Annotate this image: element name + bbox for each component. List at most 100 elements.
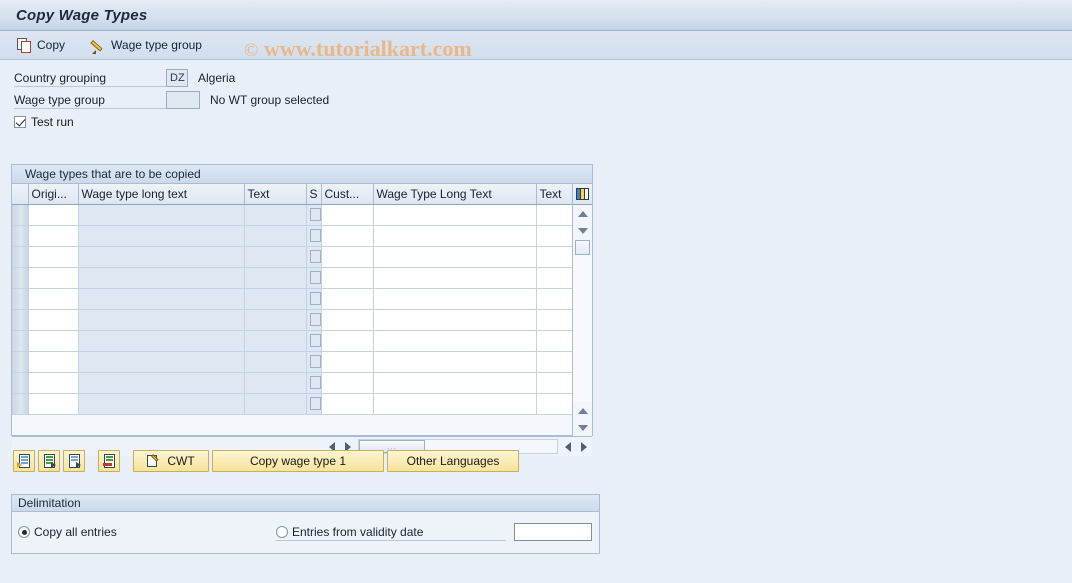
- cell-sel[interactable]: [306, 351, 322, 373]
- wage-type-group-button[interactable]: Wage type group: [88, 35, 211, 56]
- cell-cust[interactable]: [321, 267, 374, 289]
- row-selector[interactable]: [12, 351, 29, 373]
- wage-type-group-field[interactable]: [166, 90, 200, 109]
- cell-cust[interactable]: [321, 351, 374, 373]
- column-header-orig_text[interactable]: Text: [244, 184, 307, 205]
- cell-cust[interactable]: [321, 288, 374, 310]
- table-row[interactable]: [12, 309, 573, 331]
- cell-sel[interactable]: [306, 246, 322, 268]
- cell-cust_long_text[interactable]: [373, 393, 537, 415]
- column-header-sel[interactable]: S: [306, 184, 322, 205]
- column-header-cust_text[interactable]: Text: [536, 184, 573, 205]
- row-select-checkbox[interactable]: [309, 313, 320, 326]
- cell-sel[interactable]: [306, 393, 322, 415]
- row-select-checkbox[interactable]: [309, 229, 320, 242]
- row-select-checkbox[interactable]: [309, 355, 320, 368]
- cell-cust_text[interactable]: [536, 204, 573, 226]
- row-select-checkbox[interactable]: [309, 292, 320, 305]
- cell-sel[interactable]: [306, 309, 322, 331]
- cell-sel[interactable]: [306, 204, 322, 226]
- vertical-scroll-thumb[interactable]: [575, 240, 590, 255]
- row-selector[interactable]: [12, 267, 29, 289]
- table-row[interactable]: [12, 372, 573, 394]
- cell-cust_long_text[interactable]: [373, 246, 537, 268]
- cell-cust[interactable]: [321, 246, 374, 268]
- row-selector[interactable]: [12, 309, 29, 331]
- column-header-cust[interactable]: Cust...: [321, 184, 374, 205]
- table-row[interactable]: [12, 267, 573, 289]
- hscroll-left-button-2[interactable]: [560, 439, 576, 455]
- cell-orig[interactable]: [28, 393, 79, 415]
- cell-orig[interactable]: [28, 267, 79, 289]
- vertical-scroll-track[interactable]: [573, 255, 592, 402]
- cell-cust[interactable]: [321, 204, 374, 226]
- column-header-orig[interactable]: Origi...: [28, 184, 79, 205]
- cell-orig[interactable]: [28, 351, 79, 373]
- cell-orig[interactable]: [28, 330, 79, 352]
- cell-sel[interactable]: [306, 372, 322, 394]
- scroll-up-button[interactable]: [573, 205, 592, 222]
- row-selector[interactable]: [12, 246, 29, 268]
- row-select-checkbox[interactable]: [309, 397, 320, 410]
- table-row[interactable]: [12, 204, 573, 226]
- table-row[interactable]: [12, 351, 573, 373]
- cell-orig[interactable]: [28, 246, 79, 268]
- row-select-checkbox[interactable]: [309, 334, 320, 347]
- cell-cust_long_text[interactable]: [373, 267, 537, 289]
- scroll-page-up-button[interactable]: [573, 402, 592, 419]
- grid-vertical-scrollbar[interactable]: [572, 184, 592, 436]
- copy-button[interactable]: Copy: [14, 35, 74, 56]
- row-select-checkbox[interactable]: [309, 250, 320, 263]
- cell-cust[interactable]: [321, 372, 374, 394]
- cell-cust_long_text[interactable]: [373, 204, 537, 226]
- entries-from-date-radio[interactable]: [276, 525, 288, 538]
- cell-cust_long_text[interactable]: [373, 351, 537, 373]
- table-row[interactable]: [12, 288, 573, 310]
- other-languages-button[interactable]: Other Languages: [387, 450, 519, 472]
- cell-cust_text[interactable]: [536, 309, 573, 331]
- cell-orig[interactable]: [28, 288, 79, 310]
- cell-cust[interactable]: [321, 225, 374, 247]
- cwt-button[interactable]: CWT: [133, 450, 209, 472]
- cell-sel[interactable]: [306, 225, 322, 247]
- copy-row-button[interactable]: [38, 450, 60, 472]
- cell-cust_long_text[interactable]: [373, 372, 537, 394]
- row-selector[interactable]: [12, 288, 29, 310]
- column-header-orig_long_text[interactable]: Wage type long text: [78, 184, 245, 205]
- cell-cust[interactable]: [321, 393, 374, 415]
- cell-cust_long_text[interactable]: [373, 330, 537, 352]
- row-selector[interactable]: [12, 330, 29, 352]
- insert-row-button[interactable]: [13, 450, 35, 472]
- row-selector[interactable]: [12, 204, 29, 226]
- cell-orig[interactable]: [28, 309, 79, 331]
- country-grouping-field[interactable]: DZ: [166, 68, 188, 87]
- cell-sel[interactable]: [306, 267, 322, 289]
- test-run-row[interactable]: Test run: [14, 113, 1072, 131]
- cell-cust_text[interactable]: [536, 330, 573, 352]
- cell-orig[interactable]: [28, 372, 79, 394]
- row-select-checkbox[interactable]: [309, 208, 320, 221]
- scroll-page-down-button[interactable]: [573, 419, 592, 436]
- delete-row-button[interactable]: [98, 450, 120, 472]
- hscroll-right-button-2[interactable]: [576, 439, 592, 455]
- column-header-cust_long_text[interactable]: Wage Type Long Text: [373, 184, 537, 205]
- duplicate-row-button[interactable]: [63, 450, 85, 472]
- copy-all-entries-radio[interactable]: [18, 526, 30, 538]
- cell-cust_text[interactable]: [536, 288, 573, 310]
- cell-cust[interactable]: [321, 309, 374, 331]
- cell-cust_text[interactable]: [536, 267, 573, 289]
- row-select-checkbox[interactable]: [309, 376, 320, 389]
- copy-wage-type-button[interactable]: Copy wage type 1: [212, 450, 384, 472]
- entries-from-date-option[interactable]: Entries from validity date: [276, 523, 506, 541]
- cell-cust_text[interactable]: [536, 351, 573, 373]
- cell-cust_long_text[interactable]: [373, 309, 537, 331]
- cell-cust[interactable]: [321, 330, 374, 352]
- cell-cust_long_text[interactable]: [373, 288, 537, 310]
- test-run-checkbox[interactable]: [14, 116, 26, 128]
- cell-cust_text[interactable]: [536, 225, 573, 247]
- cell-orig[interactable]: [28, 204, 79, 226]
- table-row[interactable]: [12, 246, 573, 268]
- grid-settings-button[interactable]: [573, 184, 592, 205]
- table-row[interactable]: [12, 393, 573, 415]
- validity-date-input[interactable]: [514, 523, 592, 541]
